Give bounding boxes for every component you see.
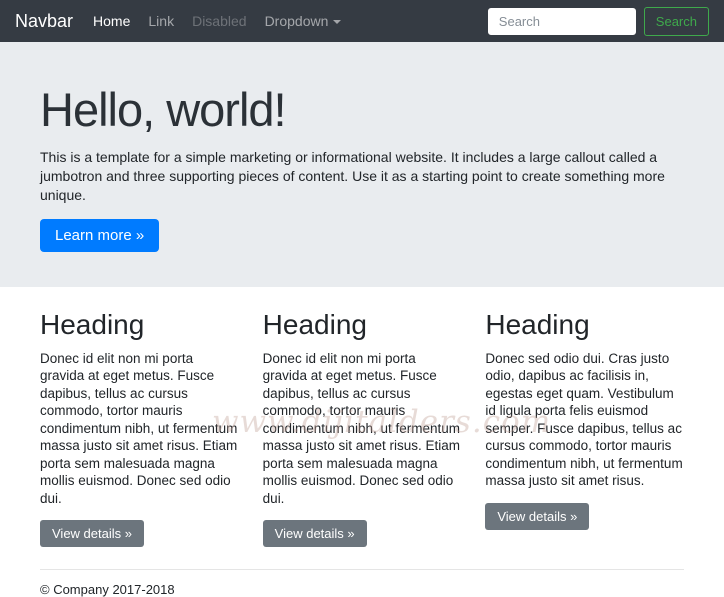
dropdown-label: Dropdown <box>264 13 329 29</box>
column-heading: Heading <box>262 309 367 340</box>
search-input[interactable] <box>487 7 636 35</box>
navbar: Navbar Home Link Disabled Dropdown Searc… <box>0 0 724 42</box>
nav-item-dropdown[interactable]: Dropdown <box>265 13 342 29</box>
view-details-button-3[interactable]: View details » <box>485 502 590 530</box>
content-column-3: Heading Donec sed odio dui. Cras justo o… <box>485 309 684 547</box>
nav-item-link[interactable]: Link <box>148 13 174 29</box>
nav-item-disabled: Disabled <box>192 13 247 29</box>
column-text: Donec id elit non mi porta gravida at eg… <box>40 350 238 506</box>
nav-item-home[interactable]: Home <box>93 13 130 29</box>
view-details-button-1[interactable]: View details » <box>40 520 144 548</box>
column-heading: Heading <box>485 309 590 340</box>
content-column-2: Heading Donec id elit non mi porta gravi… <box>262 309 462 548</box>
footer: © Company 2017-2018 <box>40 569 684 597</box>
navbar-menu: Home Link Disabled Dropdown <box>93 13 342 29</box>
content-row: Heading Donec id elit non mi porta gravi… <box>0 287 724 548</box>
jumbotron-title: Hello, world! <box>40 83 287 136</box>
jumbotron: Hello, world! This is a template for a s… <box>0 42 724 287</box>
view-details-button-2[interactable]: View details » <box>262 520 367 548</box>
column-heading: Heading <box>40 309 145 340</box>
jumbotron-description: This is a template for a simple marketin… <box>40 149 665 203</box>
copyright-text: © Company 2017-2018 <box>40 582 175 597</box>
search-button[interactable]: Search <box>643 6 709 36</box>
column-text: Donec id elit non mi porta gravida at eg… <box>262 350 461 506</box>
learn-more-button[interactable]: Learn more » <box>40 219 160 252</box>
chevron-down-icon <box>333 20 342 25</box>
column-text: Donec sed odio dui. Cras justo odio, dap… <box>485 350 683 489</box>
navbar-brand[interactable]: Navbar <box>15 11 73 32</box>
content-column-1: Heading Donec id elit non mi porta gravi… <box>40 309 239 548</box>
